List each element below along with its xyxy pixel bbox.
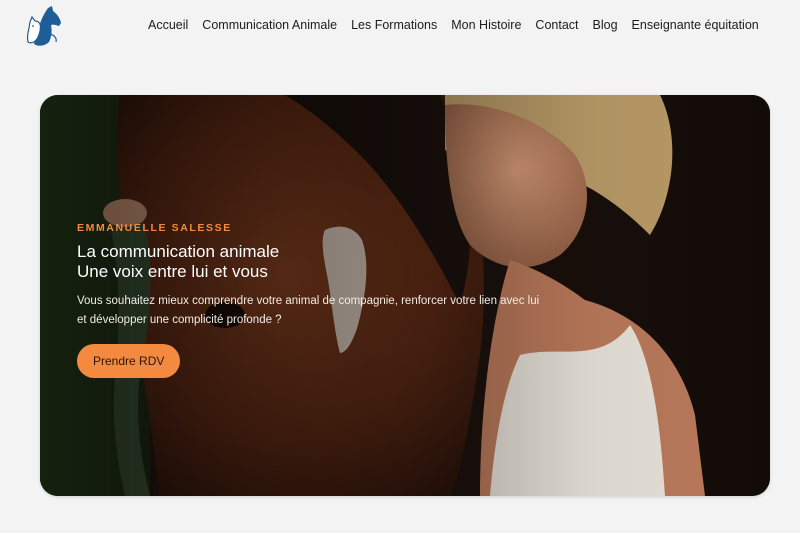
hero-lede: Vous souhaitez mieux comprendre votre an… [77, 292, 547, 330]
hero-lede-line1: Vous souhaitez mieux comprendre votre an… [77, 295, 540, 307]
book-appointment-button[interactable]: Prendre RDV [77, 344, 181, 378]
hero-headline-line2: Une voix entre lui et vous [77, 262, 268, 281]
hero-banner: EMMANUELLE SALESSE La communication anim… [40, 95, 770, 496]
hero-lede-line2: et développer une complicité profonde ? [77, 314, 282, 326]
nav-mon-histoire[interactable]: Mon Histoire [451, 18, 521, 32]
nav-blog[interactable]: Blog [593, 18, 618, 32]
main-navigation: Accueil Communication Animale Les Format… [148, 18, 759, 32]
cat-horse-logo-icon [26, 6, 61, 46]
hero-content: EMMANUELLE SALESSE La communication anim… [77, 222, 547, 378]
nav-accueil[interactable]: Accueil [148, 18, 188, 32]
nav-enseignante-equitation[interactable]: Enseignante équitation [632, 18, 759, 32]
hero-eyebrow: EMMANUELLE SALESSE [77, 222, 232, 234]
nav-communication-animale[interactable]: Communication Animale [202, 18, 337, 32]
site-logo[interactable] [22, 4, 64, 50]
hero-headline-line1: La communication animale [77, 242, 280, 261]
hero-headline: La communication animale Une voix entre … [77, 242, 547, 282]
nav-contact[interactable]: Contact [535, 18, 578, 32]
nav-les-formations[interactable]: Les Formations [351, 18, 437, 32]
